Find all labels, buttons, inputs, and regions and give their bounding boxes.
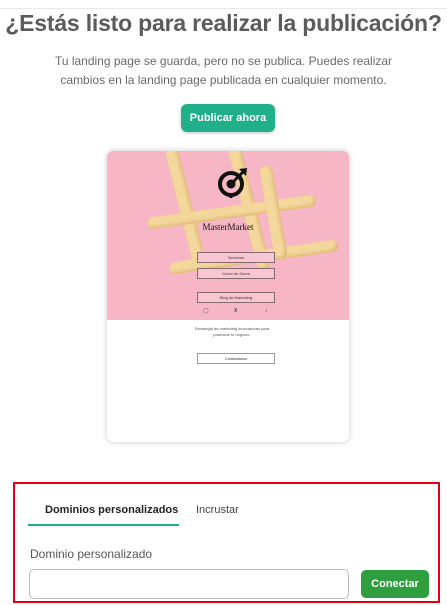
active-tab-indicator (28, 524, 179, 526)
preview-button-marketing-blog[interactable]: Blog de Marketing (197, 292, 275, 303)
preview-button-services[interactable]: Servicios (197, 252, 275, 263)
custom-domain-label: Dominio personalizado (30, 547, 153, 561)
instagram-icon[interactable]: ◯ (203, 308, 209, 314)
custom-domain-input[interactable] (29, 569, 349, 599)
preview-contact-button[interactable]: Contactanos (197, 353, 275, 364)
publish-now-button[interactable]: Publicar ahora (181, 104, 275, 132)
preview-hero: MasterMarket Servicios Curso de Zoom Blo… (107, 151, 349, 320)
target-logo-icon (218, 168, 247, 198)
tab-custom-domains[interactable]: Dominios personalizados (45, 504, 178, 516)
page-description: Tu landing page se guarda, pero no se pu… (54, 54, 393, 87)
connect-button[interactable]: Conectar (361, 570, 429, 598)
x-icon[interactable]: X (234, 308, 237, 314)
preview-description: Estrategia de marketing innovadoras para… (194, 326, 270, 337)
top-divider (0, 8, 447, 9)
preview-button-zoom-course[interactable]: Curso de Zoom (197, 268, 275, 279)
page-title: ¿Estás listo para realizar la publicació… (5, 10, 442, 36)
landing-page-preview: MasterMarket Servicios Curso de Zoom Blo… (107, 151, 349, 442)
tab-embed[interactable]: Incrustar (196, 504, 239, 516)
tiktok-icon[interactable]: ♪ (265, 308, 268, 314)
preview-brand-name: MasterMarket (202, 222, 254, 232)
